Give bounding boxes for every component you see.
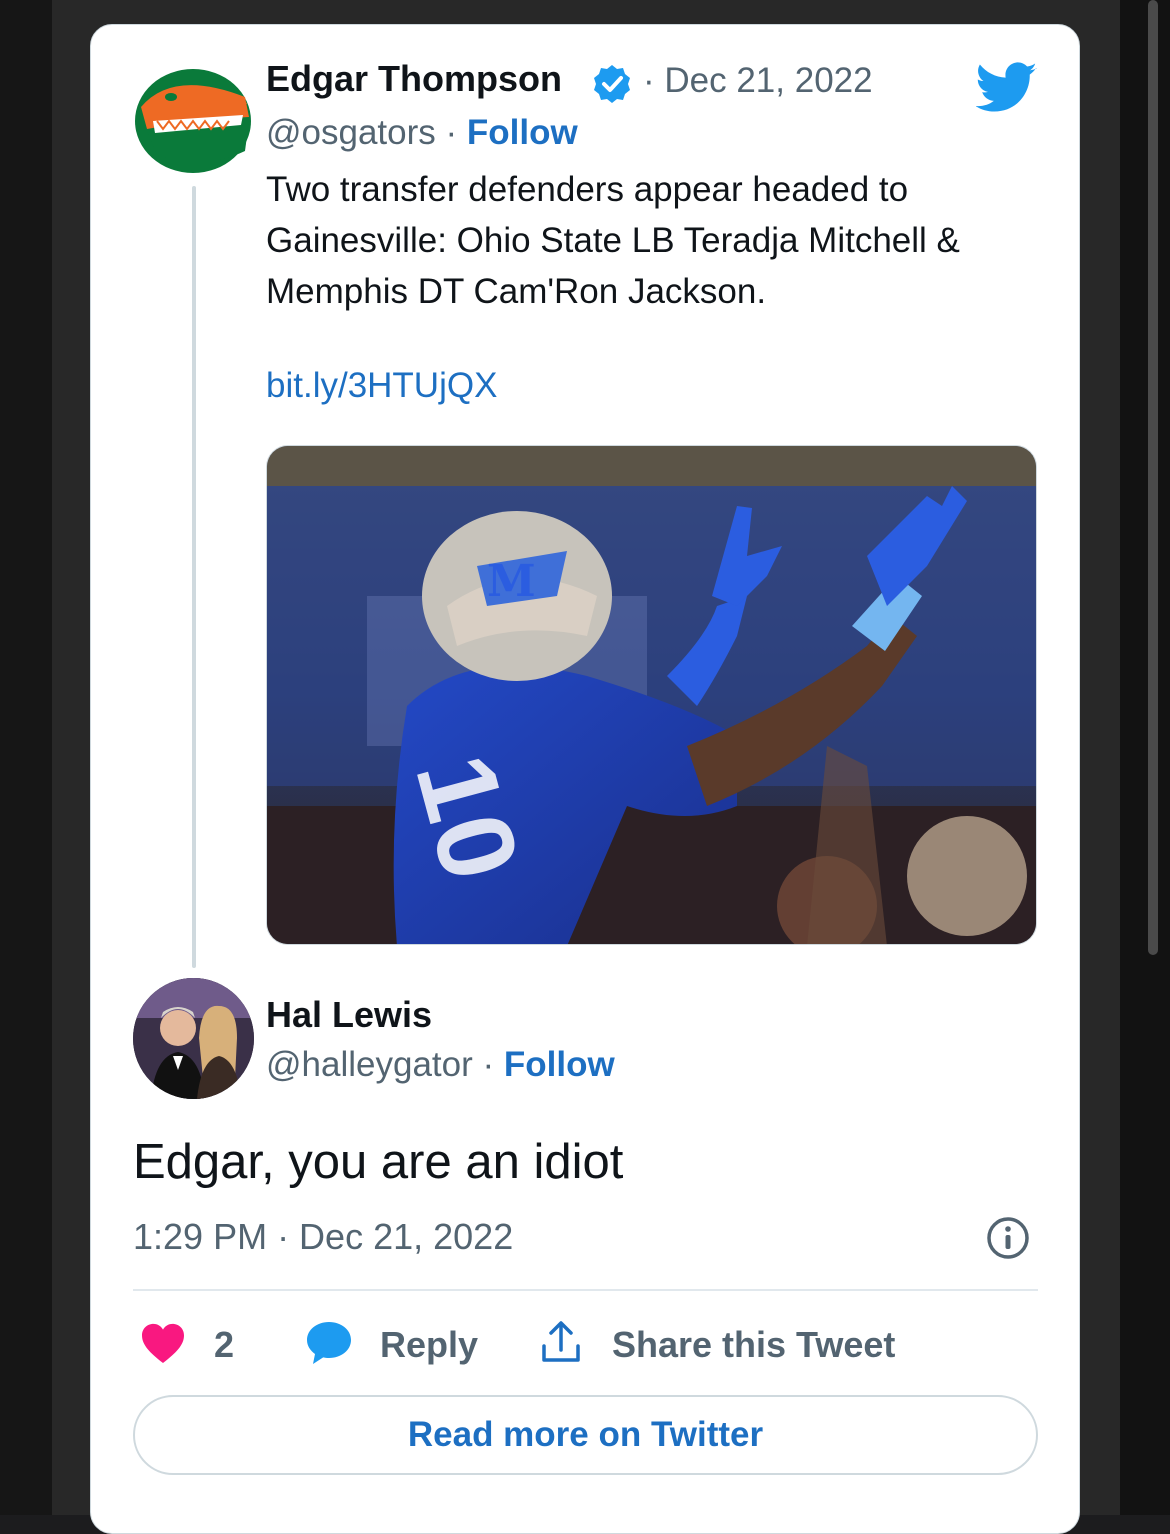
author-handle-row: @osgators · Follow bbox=[266, 113, 578, 153]
heart-icon[interactable] bbox=[140, 1322, 186, 1369]
share-icon[interactable] bbox=[540, 1320, 582, 1369]
tweet-media-image[interactable]: M 10 bbox=[266, 445, 1037, 945]
verified-badge-icon bbox=[592, 64, 632, 109]
read-more-button[interactable]: Read more on Twitter bbox=[133, 1395, 1038, 1475]
thread-connector-line bbox=[192, 186, 196, 968]
handle-separator: · bbox=[472, 1045, 504, 1084]
reply-author-handle[interactable]: @halleygator bbox=[266, 1045, 473, 1084]
tweet-link[interactable]: bit.ly/3HTUjQX bbox=[266, 366, 497, 406]
author-avatar-gator-logo[interactable] bbox=[133, 59, 254, 180]
left-background bbox=[0, 0, 52, 1515]
info-icon[interactable] bbox=[986, 1216, 1030, 1265]
reply-button-label[interactable]: Reply bbox=[380, 1324, 478, 1366]
reply-follow-button[interactable]: Follow bbox=[504, 1045, 615, 1084]
author-name[interactable]: Edgar Thompson bbox=[266, 58, 562, 100]
reply-author-name[interactable]: Hal Lewis bbox=[266, 994, 432, 1036]
svg-text:M: M bbox=[487, 556, 536, 607]
divider bbox=[133, 1289, 1038, 1291]
scrollbar-thumb[interactable] bbox=[1148, 0, 1158, 955]
handle-separator: · bbox=[435, 113, 467, 152]
tweet-date[interactable]: · Dec 21, 2022 bbox=[643, 61, 873, 101]
reply-text: Edgar, you are an idiot bbox=[133, 1135, 624, 1189]
follow-button[interactable]: Follow bbox=[467, 113, 578, 152]
reply-author-avatar[interactable] bbox=[133, 978, 254, 1099]
tweet-text: Two transfer defenders appear headed to … bbox=[266, 170, 960, 311]
scrollbar-track[interactable] bbox=[1120, 0, 1170, 1515]
reply-timestamp[interactable]: 1:29 PM · Dec 21, 2022 bbox=[133, 1216, 513, 1258]
twitter-bird-icon[interactable] bbox=[975, 62, 1038, 119]
reply-bubble-icon[interactable] bbox=[305, 1320, 353, 1371]
like-count[interactable]: 2 bbox=[214, 1324, 234, 1366]
reply-handle-row: @halleygator · Follow bbox=[266, 1045, 615, 1085]
share-tweet-label[interactable]: Share this Tweet bbox=[612, 1324, 895, 1366]
author-handle[interactable]: @osgators bbox=[266, 113, 436, 152]
